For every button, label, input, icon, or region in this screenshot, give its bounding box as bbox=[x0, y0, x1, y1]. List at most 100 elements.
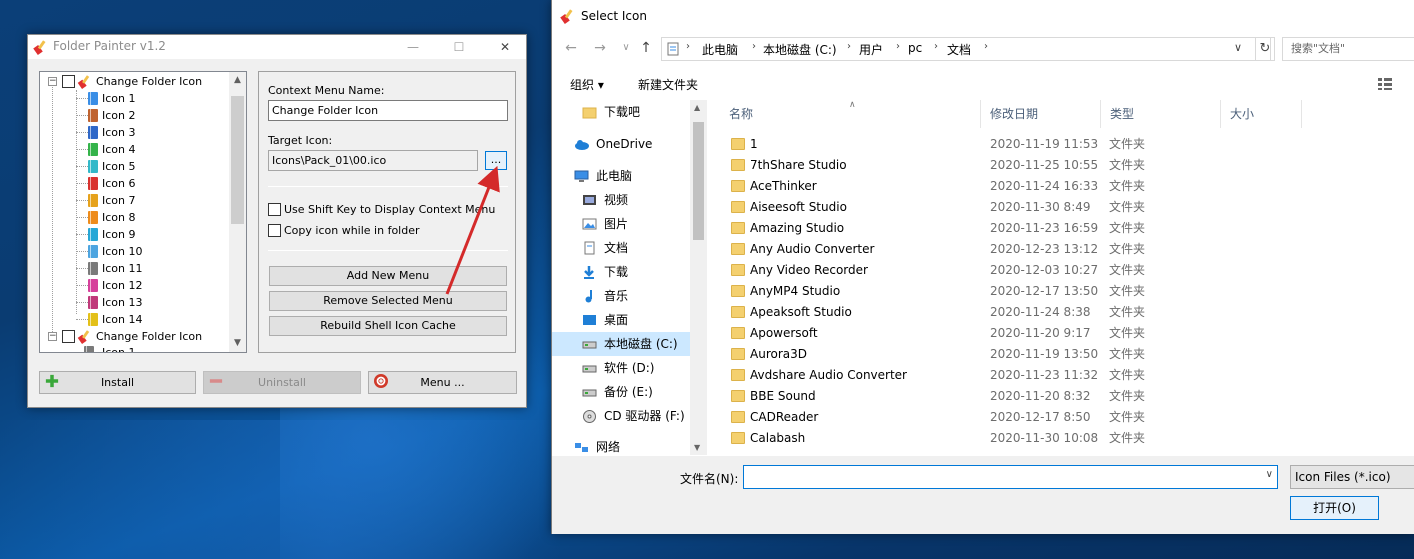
file-type-select[interactable]: Icon Files (*.ico) bbox=[1290, 465, 1414, 489]
context-menu-name-input[interactable]: Change Folder Icon bbox=[268, 100, 508, 121]
view-options-icon[interactable] bbox=[1378, 78, 1392, 90]
new-folder-button[interactable]: 新建文件夹 bbox=[638, 76, 698, 93]
target-icon-input[interactable]: Icons\Pack_01\00.ico bbox=[268, 150, 478, 171]
search-input[interactable]: 搜索"文档" bbox=[1282, 37, 1414, 61]
close-button[interactable]: ✕ bbox=[482, 35, 528, 59]
tree-item[interactable]: Icon 3 bbox=[40, 124, 220, 141]
title-bar[interactable]: Folder Painter v1.2 — ☐ ✕ bbox=[28, 35, 526, 59]
collapse-icon[interactable]: − bbox=[48, 77, 57, 86]
back-arrow-icon[interactable]: ← bbox=[561, 37, 581, 59]
tree-item[interactable]: Icon 1 bbox=[40, 90, 220, 107]
dialog-title-bar[interactable]: Select Icon bbox=[552, 0, 1414, 32]
nav-item[interactable]: 图片 bbox=[552, 212, 690, 236]
rebuild-shell-icon-cache-button[interactable]: Rebuild Shell Icon Cache bbox=[269, 316, 507, 336]
forward-arrow-icon[interactable]: → bbox=[590, 37, 610, 59]
up-arrow-icon[interactable]: ↑ bbox=[636, 37, 656, 59]
chevron-down-icon[interactable]: ∨ bbox=[616, 37, 636, 59]
tree-item[interactable]: Icon 2 bbox=[40, 107, 220, 124]
breadcrumb-item[interactable]: 文档 bbox=[947, 41, 971, 58]
uninstall-button[interactable]: Uninstall bbox=[203, 371, 361, 394]
nav-item[interactable]: 下载 bbox=[552, 260, 690, 284]
remove-selected-menu-button[interactable]: Remove Selected Menu bbox=[269, 291, 507, 311]
tree-scrollbar[interactable]: ▲ ▼ bbox=[229, 72, 246, 352]
file-row[interactable]: Avdshare Audio Converter 2020-11-23 11:32… bbox=[709, 365, 1414, 386]
organize-menu[interactable]: 组织 ▾ bbox=[570, 76, 604, 93]
file-row[interactable]: AceThinker 2020-11-24 16:33 文件夹 bbox=[709, 176, 1414, 197]
breadcrumb-item[interactable]: pc bbox=[908, 41, 922, 55]
nav-item[interactable]: 文档 bbox=[552, 236, 690, 260]
scroll-thumb[interactable] bbox=[231, 96, 244, 224]
tree-item[interactable]: Icon 14 bbox=[40, 311, 220, 328]
scroll-thumb[interactable] bbox=[693, 122, 704, 240]
file-row[interactable]: Aurora3D 2020-11-19 13:50 文件夹 bbox=[709, 344, 1414, 365]
file-row[interactable]: Apeaksoft Studio 2020-11-24 8:38 文件夹 bbox=[709, 302, 1414, 323]
file-row[interactable]: Amazing Studio 2020-11-23 16:59 文件夹 bbox=[709, 218, 1414, 239]
nav-item[interactable]: 桌面 bbox=[552, 308, 690, 332]
file-row[interactable]: Apowersoft 2020-11-20 9:17 文件夹 bbox=[709, 323, 1414, 344]
file-type: 文件夹 bbox=[1109, 431, 1146, 445]
tree-group-checkbox[interactable] bbox=[62, 75, 75, 88]
tree-item[interactable]: Icon 8 bbox=[40, 209, 220, 226]
nav-item[interactable]: 本地磁盘 (C:) bbox=[552, 332, 690, 356]
install-button[interactable]: Install bbox=[39, 371, 196, 394]
nav-scrollbar[interactable]: ▲ ▼ bbox=[690, 100, 707, 455]
file-row[interactable]: Calabash 2020-11-30 10:08 文件夹 bbox=[709, 428, 1414, 449]
column-header-date[interactable]: 修改日期 bbox=[982, 100, 1101, 128]
chevron-down-icon[interactable]: ∨ bbox=[1266, 469, 1273, 480]
nav-item[interactable]: CD 驱动器 (F:) bbox=[552, 404, 690, 428]
tree-item[interactable]: Icon 13 bbox=[40, 294, 220, 311]
tree-item[interactable]: Icon 7 bbox=[40, 192, 220, 209]
breadcrumb-item[interactable]: 此电脑 bbox=[702, 41, 738, 58]
collapse-icon[interactable]: − bbox=[48, 332, 57, 341]
tree-item[interactable]: Icon 10 bbox=[40, 243, 220, 260]
scroll-down-icon[interactable]: ▼ bbox=[694, 443, 700, 452]
open-button[interactable]: 打开(O) bbox=[1290, 496, 1379, 520]
tree-item[interactable]: Icon 11 bbox=[40, 260, 220, 277]
file-row[interactable]: AnyMP4 Studio 2020-12-17 13:50 文件夹 bbox=[709, 281, 1414, 302]
shift-key-checkbox[interactable] bbox=[268, 203, 281, 216]
tree-group-1[interactable]: − Change Folder Icon bbox=[40, 73, 220, 90]
nav-item[interactable]: 下载吧 bbox=[552, 100, 690, 124]
nav-item[interactable]: 此电脑 bbox=[552, 164, 690, 188]
maximize-button[interactable]: ☐ bbox=[436, 35, 482, 59]
tree-group-checkbox[interactable] bbox=[62, 330, 75, 343]
menu-tree[interactable]: − Change Folder Icon Icon 1 Icon 2 Icon 3 I… bbox=[39, 71, 247, 353]
scroll-up-icon[interactable]: ▲ bbox=[694, 103, 700, 112]
file-row[interactable]: CADReader 2020-12-17 8:50 文件夹 bbox=[709, 407, 1414, 428]
nav-item[interactable]: OneDrive bbox=[552, 132, 690, 156]
refresh-icon[interactable]: ↻ bbox=[1255, 37, 1275, 61]
filename-input[interactable]: ∨ bbox=[743, 465, 1278, 489]
file-row[interactable]: Aiseesoft Studio 2020-11-30 8:49 文件夹 bbox=[709, 197, 1414, 218]
breadcrumb-item[interactable]: 用户 bbox=[859, 41, 883, 58]
minimize-button[interactable]: — bbox=[390, 35, 436, 59]
tree-item[interactable]: Icon 6 bbox=[40, 175, 220, 192]
nav-item[interactable]: 软件 (D:) bbox=[552, 356, 690, 380]
tree-item[interactable]: Icon 5 bbox=[40, 158, 220, 175]
column-header-type[interactable]: 类型 bbox=[1102, 100, 1221, 128]
nav-item[interactable]: 网络 bbox=[552, 435, 690, 455]
file-row[interactable]: Any Video Recorder 2020-12-03 10:27 文件夹 bbox=[709, 260, 1414, 281]
column-header-name[interactable]: 名称 bbox=[709, 100, 981, 128]
tree-item[interactable]: Icon 1 bbox=[40, 344, 220, 352]
address-bar[interactable]: › 此电脑 › 本地磁盘 (C:) › 用户 › pc › 文档 › ∨ bbox=[661, 37, 1271, 61]
file-row[interactable]: Any Audio Converter 2020-12-23 13:12 文件夹 bbox=[709, 239, 1414, 260]
tree-item[interactable]: Icon 12 bbox=[40, 277, 220, 294]
copy-icon-checkbox[interactable] bbox=[268, 224, 281, 237]
nav-item[interactable]: 视频 bbox=[552, 188, 690, 212]
file-row[interactable]: 1 2020-11-19 11:53 文件夹 bbox=[709, 134, 1414, 155]
nav-item[interactable]: 备份 (E:) bbox=[552, 380, 690, 404]
chevron-down-icon[interactable]: ∨ bbox=[1234, 41, 1242, 54]
browse-button[interactable]: ... bbox=[485, 151, 507, 170]
file-row[interactable]: 7thShare Studio 2020-11-25 10:55 文件夹 bbox=[709, 155, 1414, 176]
scroll-up-icon[interactable]: ▲ bbox=[229, 72, 246, 89]
column-header-size[interactable]: 大小 bbox=[1222, 100, 1302, 128]
scroll-down-icon[interactable]: ▼ bbox=[229, 335, 246, 352]
nav-item[interactable]: 音乐 bbox=[552, 284, 690, 308]
tree-group-2[interactable]: − Change Folder Icon bbox=[40, 328, 220, 345]
breadcrumb-item[interactable]: 本地磁盘 (C:) bbox=[763, 41, 837, 58]
file-row[interactable]: BBE Sound 2020-11-20 8:32 文件夹 bbox=[709, 386, 1414, 407]
tree-item[interactable]: Icon 9 bbox=[40, 226, 220, 243]
add-new-menu-button[interactable]: Add New Menu bbox=[269, 266, 507, 286]
menu-button[interactable]: Menu ... bbox=[368, 371, 517, 394]
tree-item[interactable]: Icon 4 bbox=[40, 141, 220, 158]
